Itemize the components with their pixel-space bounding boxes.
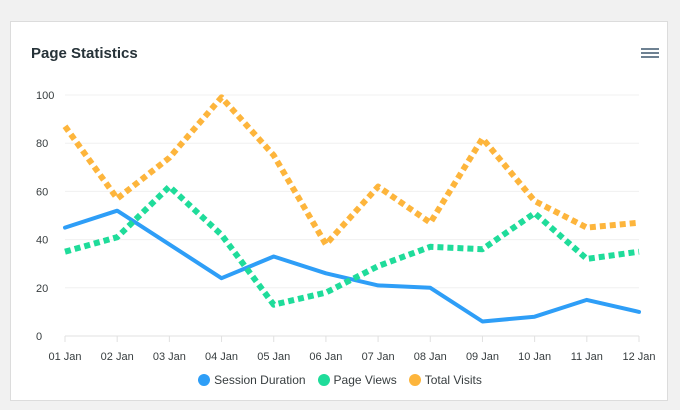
page-views-point xyxy=(323,290,329,296)
y-tick-label: 80 xyxy=(36,138,48,150)
legend-label: Total Visits xyxy=(424,373,482,387)
page-views-point xyxy=(636,249,642,255)
page-views-point xyxy=(532,210,538,216)
session-duration-point xyxy=(166,241,172,247)
x-tick-label: 03 Jan xyxy=(153,351,186,363)
legend-item[interactable]: Page Views xyxy=(317,373,397,387)
legend-marker xyxy=(198,374,211,386)
session-duration-point xyxy=(114,208,120,214)
session-duration-point xyxy=(636,309,642,315)
legend-label: Session Duration xyxy=(214,373,306,387)
x-tick-label: 10 Jan xyxy=(518,351,551,363)
session-duration-point xyxy=(375,282,381,288)
total-visits-point xyxy=(166,155,172,161)
y-tick-label: 0 xyxy=(36,331,42,343)
legend-item[interactable]: Session Duration xyxy=(198,373,306,387)
y-tick-label: 40 xyxy=(36,235,48,247)
session-duration-point xyxy=(532,314,538,320)
session-duration-point xyxy=(584,297,590,303)
page-views-point xyxy=(427,244,433,250)
total-visits-point xyxy=(271,152,277,158)
x-tick-label: 02 Jan xyxy=(101,351,134,363)
line-chart: 0 20 40 60 80 100 01 Jan 02 Jan 03 Jan 04 Jan 05 J… xyxy=(36,90,656,363)
x-tick-label: 08 Jan xyxy=(414,351,447,363)
total-visits-point xyxy=(114,196,120,202)
x-tick-label: 07 Jan xyxy=(362,351,395,363)
page-views-point xyxy=(479,246,485,252)
legend-marker xyxy=(408,374,421,386)
x-tick-label: 06 Jan xyxy=(309,351,342,363)
x-tick-label: 11 Jan xyxy=(571,351,603,363)
session-duration-point xyxy=(219,275,225,281)
total-visits-point xyxy=(375,184,381,190)
session-duration-point xyxy=(323,270,329,276)
legend-label: Page Views xyxy=(333,373,397,387)
x-tick-label: 01 Jan xyxy=(48,351,81,363)
x-tick-label: 04 Jan xyxy=(205,351,238,363)
total-visits-line xyxy=(62,94,640,248)
total-visits-point xyxy=(219,94,225,100)
chart-legend: Session Duration Page Views Total Visits xyxy=(0,373,680,387)
x-tick-label: 09 Jan xyxy=(466,351,499,363)
y-tick-label: 60 xyxy=(36,186,48,198)
session-duration-point xyxy=(479,319,485,325)
page-views-point xyxy=(62,249,68,255)
x-tick-label: 05 Jan xyxy=(257,351,290,363)
page-views-point xyxy=(271,302,277,308)
total-visits-point xyxy=(479,135,485,141)
total-visits-point xyxy=(427,220,433,226)
page-views-point xyxy=(114,234,120,240)
session-duration-point xyxy=(427,285,433,291)
page-views-point xyxy=(375,263,381,269)
y-tick-label: 100 xyxy=(36,90,54,102)
legend-item[interactable]: Total Visits xyxy=(408,373,482,387)
page-views-line xyxy=(64,183,640,308)
page-views-point xyxy=(584,256,590,262)
total-visits-point xyxy=(532,198,538,204)
total-visits-point xyxy=(323,241,329,247)
y-tick-label: 20 xyxy=(36,283,48,295)
page-views-point xyxy=(166,184,172,190)
session-duration-point xyxy=(271,253,277,259)
total-visits-point xyxy=(636,220,642,226)
total-visits-point xyxy=(62,123,68,129)
legend-marker xyxy=(317,374,330,386)
total-visits-point xyxy=(584,225,590,231)
session-duration-point xyxy=(62,225,68,231)
x-tick-label: 12 Jan xyxy=(622,351,655,363)
page-views-point xyxy=(219,232,225,238)
